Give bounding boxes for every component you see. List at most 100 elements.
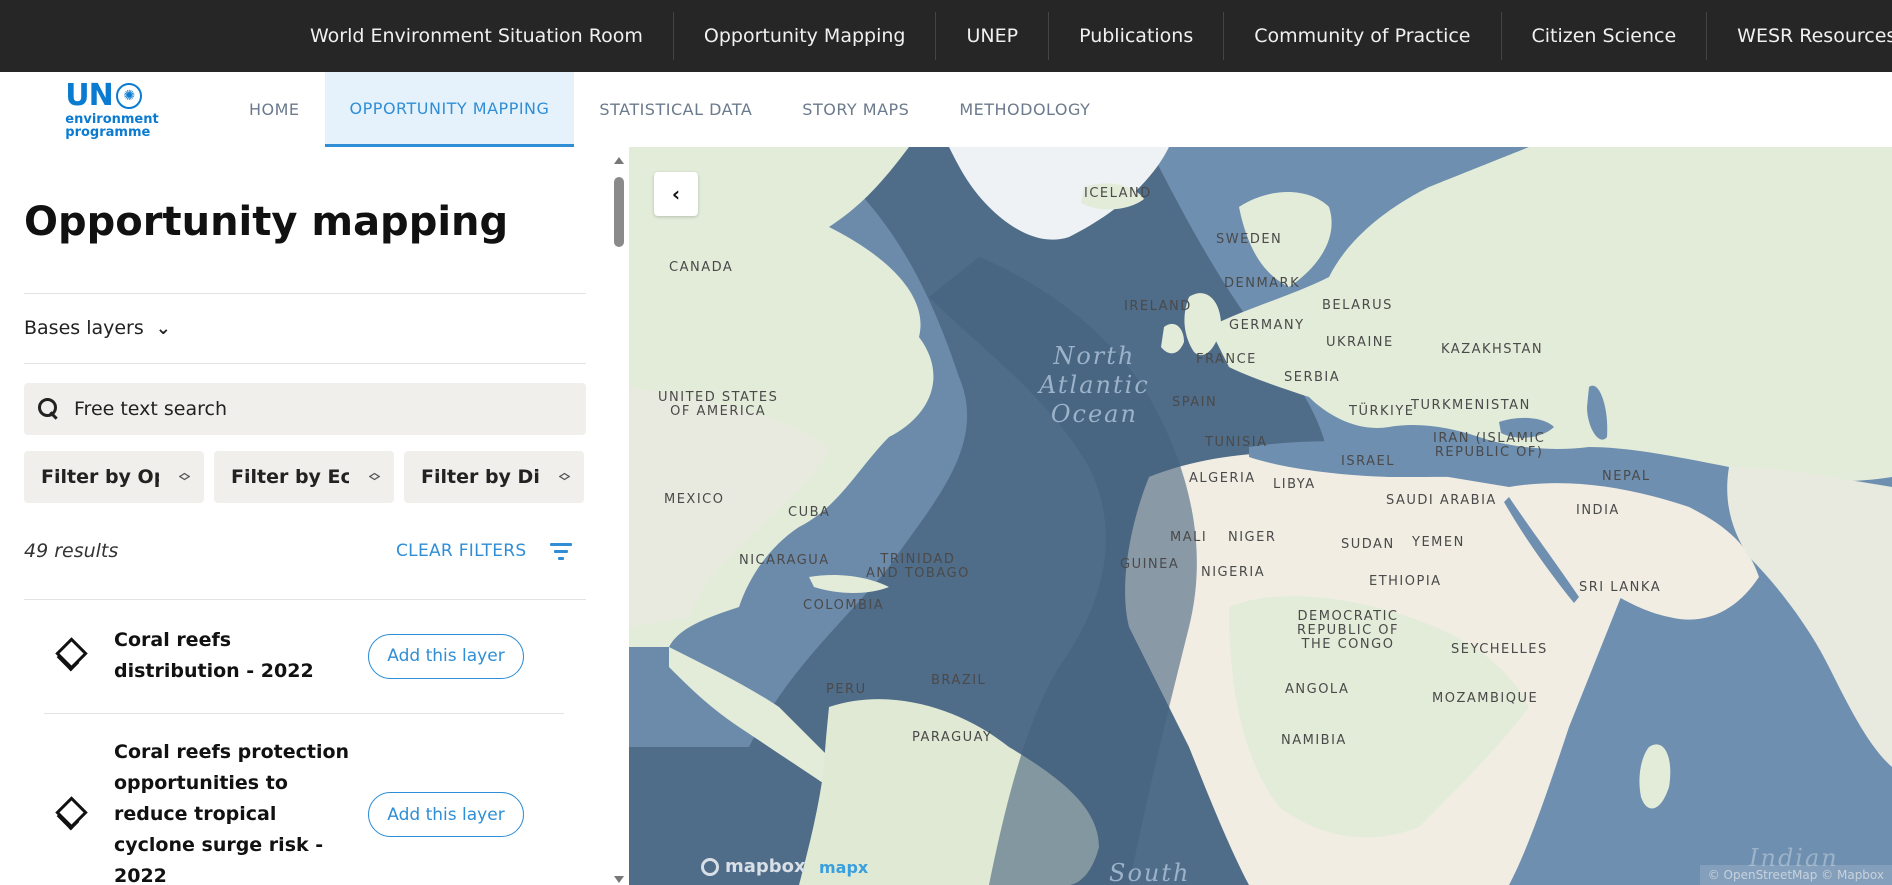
map-country-label: SERBIA — [1284, 370, 1341, 385]
tab-story-maps[interactable]: STORY MAPS — [777, 72, 934, 147]
topnav-item[interactable]: World Environment Situation Room — [280, 12, 674, 60]
tab-opportunity-mapping[interactable]: OPPORTUNITY MAPPING — [324, 72, 575, 147]
tab-home[interactable]: HOME — [224, 72, 325, 147]
logo-line1: environment — [65, 111, 159, 127]
search-icon — [38, 398, 60, 420]
topnav-item[interactable]: UNEP — [936, 12, 1050, 60]
map-country-label: INDIA — [1576, 503, 1620, 518]
map-country-label: COLOMBIA — [803, 598, 885, 613]
map-country-label: KAZAKHSTAN — [1441, 342, 1544, 357]
collapse-panel-button[interactable]: ‹ — [654, 172, 698, 216]
map-country-label: NICARAGUA — [739, 553, 830, 568]
map-country-label: ETHIOPIA — [1369, 574, 1442, 589]
bases-layers-label: Bases layers — [24, 317, 144, 339]
search-input[interactable] — [74, 398, 554, 420]
bases-layers-toggle[interactable]: Bases layers ⌄ — [24, 317, 171, 339]
topnav-item[interactable]: Community of Practice — [1224, 12, 1502, 60]
chevron-down-icon: ⌄ — [155, 317, 171, 339]
map-country-label: SUDAN — [1341, 537, 1395, 552]
add-layer-button[interactable]: Add this layer — [368, 633, 524, 679]
map-attribution[interactable]: © OpenStreetMap © Mapbox — [1699, 865, 1892, 885]
map-country-label: CANADA — [669, 260, 734, 275]
map-country-label: DENMARK — [1224, 276, 1301, 291]
topnav-item[interactable]: Opportunity Mapping — [674, 12, 937, 60]
map-country-label: PARAGUAY — [912, 730, 993, 745]
chevron-left-icon: ‹ — [671, 182, 681, 206]
filter-selects: Filter by Opportunity ︿﹀ Filter by Ecosyst… — [24, 451, 586, 503]
filter-select[interactable]: Filter by Ecosystem ︿﹀ — [214, 451, 394, 503]
map-country-label: TÜRKIYE — [1349, 404, 1415, 419]
mapbox-logo[interactable]: mapbox — [701, 856, 806, 877]
map-country-label: IRAN (ISLAMIC REPUBLIC OF) — [1433, 431, 1546, 460]
un-emblem-icon: ✺ — [115, 82, 142, 109]
map-country-label: ALGERIA — [1189, 471, 1256, 486]
map-country-label: ISRAEL — [1341, 454, 1395, 469]
map-country-label: TUNISIA — [1205, 435, 1268, 450]
unep-logo[interactable]: UN ✺ environment programme — [0, 72, 224, 147]
layers-icon — [54, 799, 86, 831]
logo-line2: programme — [65, 124, 151, 140]
layers-panel: Opportunity mapping Bases layers ⌄ Filte… — [0, 147, 610, 885]
filter-select-label: Filter by Opportunity — [41, 466, 159, 488]
map-country-label: CUBA — [788, 505, 831, 520]
up-down-chevron-icon: ︿ ﹀ — [559, 466, 570, 488]
map-country-label: NEPAL — [1602, 469, 1651, 484]
filter-select-label: Filter by Ecosystem — [231, 466, 349, 488]
map-country-label: UKRAINE — [1326, 335, 1394, 350]
filter-select-label: Filter by Disaster — [421, 466, 539, 488]
topnav-item[interactable]: Citizen Science — [1502, 12, 1708, 60]
layer-title: Coral reefs distribution - 2022 — [114, 629, 314, 682]
map-country-label: UNITED STATES OF AMERICA — [658, 390, 779, 419]
map-country-label: TURKMENISTAN — [1411, 398, 1531, 413]
map-country-label: NAMIBIA — [1281, 733, 1347, 748]
page-title: Opportunity mapping — [24, 199, 509, 245]
map-country-label: PERU — [826, 682, 867, 697]
scroll-up-arrow-icon[interactable] — [614, 157, 624, 164]
layer-item: Coral reefs protection opportunities to … — [44, 737, 564, 885]
divider — [24, 293, 586, 294]
add-layer-button[interactable]: Add this layer — [368, 792, 524, 837]
topnav-item[interactable]: Publications — [1049, 12, 1225, 60]
map-country-label: DEMOCRATIC REPUBLIC OF THE CONGO — [1297, 609, 1400, 652]
filter-select[interactable]: Filter by Disaster ︿﹀ — [404, 451, 584, 503]
search-box — [24, 383, 586, 435]
scroll-thumb[interactable] — [614, 177, 624, 247]
filter-select[interactable]: Filter by Opportunity ︿﹀ — [24, 451, 204, 503]
map-country-label: BELARUS — [1322, 298, 1393, 313]
map-country-label: BRAZIL — [931, 673, 987, 688]
map-country-label: ANGOLA — [1285, 682, 1350, 697]
map-country-label: LIBYA — [1273, 477, 1316, 492]
layer-title: Coral reefs protection opportunities to … — [114, 741, 350, 885]
map-country-label: NIGERIA — [1201, 565, 1266, 580]
mapbox-icon — [701, 857, 719, 876]
map-ocean-label: North Atlantic Ocean — [1039, 342, 1150, 428]
map-ocean-label: South — [1109, 859, 1191, 885]
section-tabs: HOME OPPORTUNITY MAPPING STATISTICAL DATA S… — [224, 72, 1115, 147]
map-country-label: GUINEA — [1120, 557, 1180, 572]
panel-scrollbar[interactable] — [612, 157, 626, 885]
map-country-label: SAUDI ARABIA — [1386, 493, 1497, 508]
divider — [44, 713, 564, 714]
scroll-down-arrow-icon[interactable] — [614, 876, 624, 883]
tab-statistical-data[interactable]: STATISTICAL DATA — [574, 72, 777, 147]
topnav-item[interactable]: WESR Resources — [1707, 12, 1892, 60]
up-down-chevron-icon: ︿ ﹀ — [179, 466, 190, 488]
results-row: 49 results CLEAR FILTERS — [24, 531, 586, 571]
map-country-label: MALI — [1170, 530, 1208, 545]
tab-methodology[interactable]: METHODOLOGY — [934, 72, 1115, 147]
layers-icon — [54, 640, 86, 672]
map-view[interactable]: ICELAND SWEDEN CANADA DENMARK IRELAND BELARUS… — [629, 147, 1892, 885]
divider — [24, 363, 586, 364]
layer-item: Coral reefs distribution - 2022 Add this… — [44, 625, 564, 687]
mapx-logo[interactable]: mapx — [819, 858, 868, 877]
map-country-label: ICELAND — [1084, 186, 1152, 201]
sub-header: UN ✺ environment programme HOME OPPORTUNI… — [0, 72, 1892, 147]
map-country-label: MEXICO — [664, 492, 725, 507]
map-country-label: FRANCE — [1196, 352, 1257, 367]
filter-icon[interactable] — [550, 543, 572, 561]
map-country-label: NIGER — [1228, 530, 1277, 545]
map-country-label: SWEDEN — [1216, 232, 1283, 247]
map-country-label: SEYCHELLES — [1451, 642, 1548, 657]
map-country-label: GERMANY — [1229, 318, 1305, 333]
clear-filters-button[interactable]: CLEAR FILTERS — [396, 541, 526, 561]
